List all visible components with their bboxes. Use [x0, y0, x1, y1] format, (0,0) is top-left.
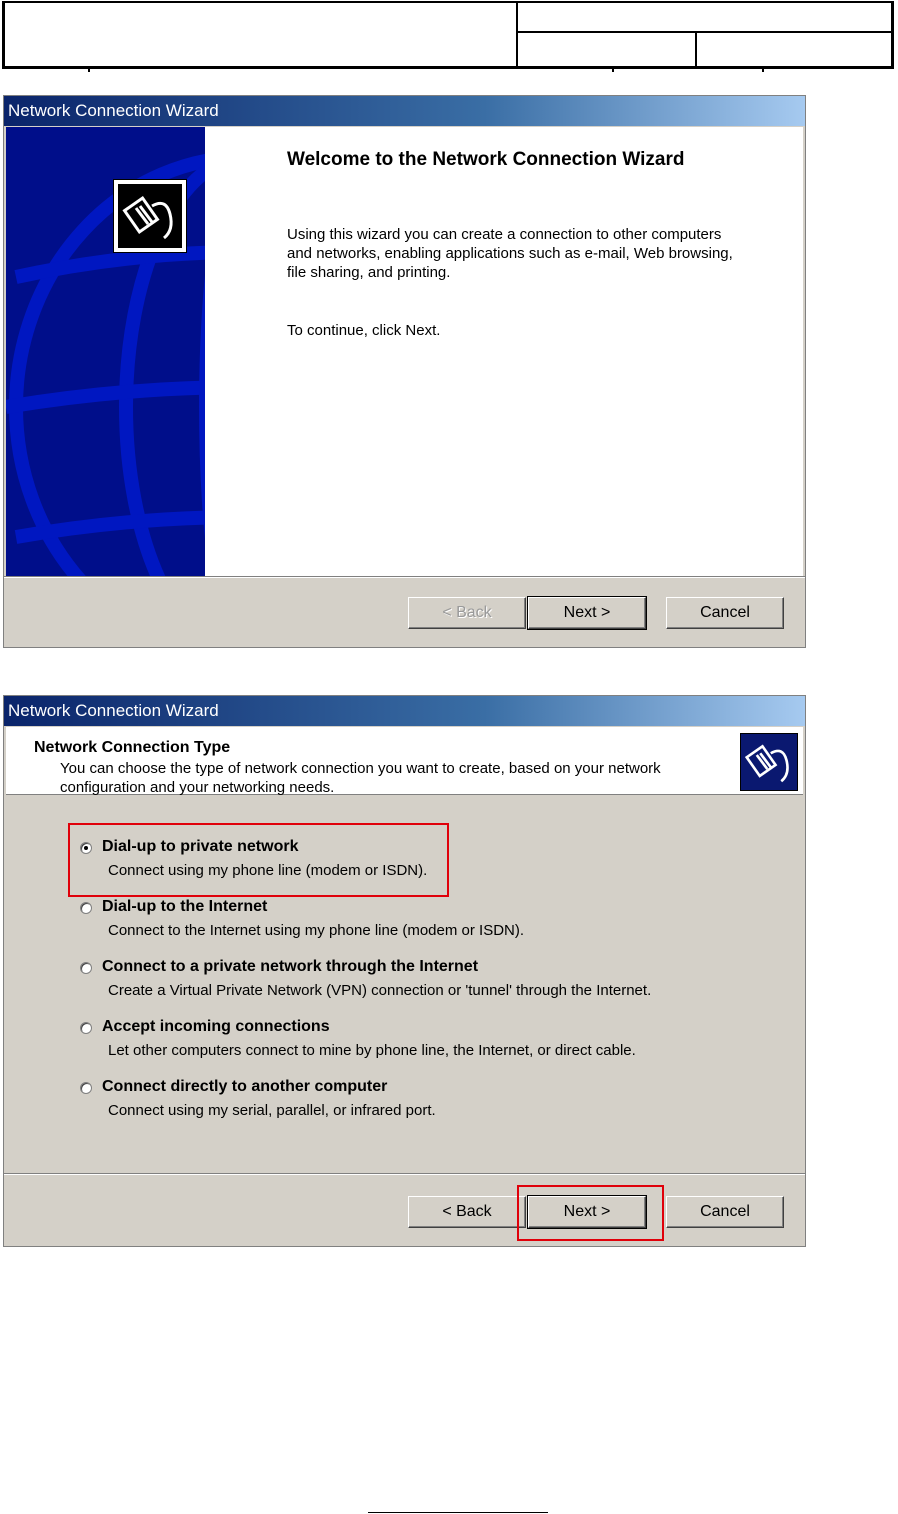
back-button[interactable]: < Back	[408, 597, 526, 629]
header-tick	[762, 66, 764, 72]
header-divider	[516, 31, 891, 33]
option-label[interactable]: Accept incoming connections	[102, 1018, 330, 1036]
window-title: Network Connection Wizard	[4, 696, 805, 726]
window-title: Network Connection Wizard	[4, 96, 805, 126]
back-button[interactable]: < Back	[408, 1196, 526, 1228]
page-subtitle: You can choose the type of network conne…	[60, 760, 661, 796]
option-label[interactable]: Connect directly to another computer	[102, 1078, 387, 1096]
footnote-divider	[368, 1512, 548, 1513]
page-title: Network Connection Type	[34, 739, 231, 756]
welcome-content: Welcome to the Network Connection Wizard…	[205, 127, 803, 576]
header-tick	[88, 66, 90, 72]
welcome-wizard-dialog: Network Connection Wizard Welcome to the…	[3, 95, 806, 648]
option-description: Let other computers connect to mine by p…	[108, 1042, 636, 1059]
radio-button[interactable]	[80, 1022, 92, 1034]
button-row: < Back Next > Cancel	[4, 576, 805, 648]
header-divider	[695, 31, 697, 66]
option-description: Create a Virtual Private Network (VPN) c…	[108, 982, 652, 999]
option-label[interactable]: Dial-up to the Internet	[102, 898, 267, 916]
connection-type-dialog: Network Connection Wizard Network Connec…	[3, 695, 806, 1247]
document-header-table	[2, 1, 894, 69]
network-cable-icon	[740, 733, 798, 791]
radio-button[interactable]	[80, 962, 92, 974]
option-description: Connect using my serial, parallel, or in…	[108, 1102, 436, 1119]
wizard-header: Network Connection Type You can choose t…	[6, 727, 803, 796]
next-button[interactable]: Next >	[527, 596, 647, 630]
cancel-button[interactable]: Cancel	[666, 1196, 784, 1228]
radio-button[interactable]	[80, 1082, 92, 1094]
highlight-box	[68, 823, 449, 897]
highlight-box	[517, 1185, 664, 1241]
option-label[interactable]: Connect to a private network through the…	[102, 958, 478, 976]
button-row: < Back Next > Cancel	[4, 1173, 805, 1247]
header-tick	[612, 66, 614, 72]
network-cable-icon	[113, 179, 187, 253]
header-divider	[516, 3, 518, 66]
globe-banner	[6, 127, 205, 576]
cancel-button[interactable]: Cancel	[666, 597, 784, 629]
option-description: Connect to the Internet using my phone l…	[108, 922, 525, 939]
continue-instruction: To continue, click Next.	[287, 322, 441, 339]
radio-button[interactable]	[80, 902, 92, 914]
welcome-description: Using this wizard you can create a conne…	[287, 226, 733, 281]
welcome-heading: Welcome to the Network Connection Wizard	[287, 149, 685, 170]
